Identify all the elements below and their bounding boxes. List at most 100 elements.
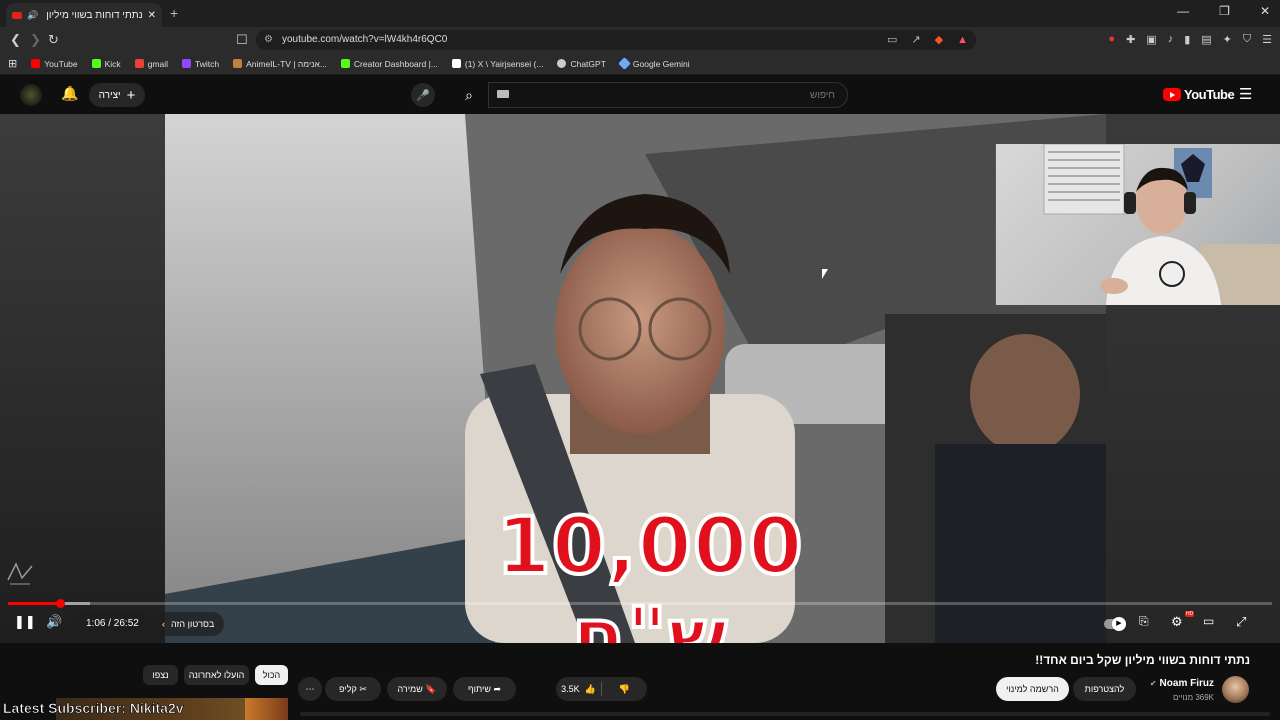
theater-mode-icon[interactable]: ▭ <box>1203 614 1214 628</box>
site-info-icon[interactable]: ⚙ <box>264 30 273 50</box>
new-tab-button[interactable]: + <box>170 5 178 21</box>
forward-icon[interactable]: ❯ <box>30 32 41 48</box>
twitch-icon <box>182 59 191 68</box>
reload-icon[interactable]: ↻ <box>48 32 59 48</box>
browser-tab[interactable]: 🔊 נתתי דוחות בשווי מיליון שקל ב ✕ <box>6 3 162 27</box>
channel-name-link[interactable]: ✔ Noam Firuz <box>1150 678 1214 689</box>
pause-icon[interactable]: ❚❚ <box>14 614 36 630</box>
progress-bar[interactable] <box>8 599 1272 608</box>
brave-rewards-icon[interactable]: ▲ <box>957 30 968 50</box>
share-button[interactable]: ➦ שיתוף <box>453 677 516 701</box>
bookmark-youtube[interactable]: YouTube <box>31 59 78 69</box>
bookmark-label: gmail <box>147 58 168 69</box>
extensions-icon[interactable]: ✚ <box>1126 33 1135 46</box>
voice-search-icon[interactable]: 🎤 <box>411 83 435 107</box>
share-page-icon[interactable]: ↗ <box>911 30 920 50</box>
volume-icon[interactable]: 🔊 <box>46 614 62 630</box>
create-button[interactable]: יצירה + <box>89 83 145 107</box>
bookmark-gemini[interactable]: Google Gemini <box>618 57 690 70</box>
youtube-logo[interactable]: YouTube <box>1163 87 1235 102</box>
save-button[interactable]: 🔖 שמירה <box>387 677 447 701</box>
leo-ai-icon[interactable]: ✦ <box>1223 33 1232 46</box>
player-controls: ❚❚ 🔊 1:06 / 26:52 בסרטון הזה › ▶ ⎘ ⚙ HD … <box>0 610 1280 640</box>
speaker-icon[interactable]: 🔊 <box>27 10 38 21</box>
address-bar-row: ❮ ❯ ↻ ☐ ⚙ youtube.com/watch?v=lW4kh4r6QC… <box>0 27 1280 53</box>
like-count: 3.5K <box>561 684 580 694</box>
dislike-button[interactable]: 👎 <box>602 677 647 701</box>
tab-title: נתתי דוחות בשווי מיליון שקל ב <box>43 9 143 21</box>
chapter-button[interactable]: בסרטון הזה › <box>152 612 225 636</box>
chip-recently-uploaded[interactable]: הועלו לאחרונה <box>184 665 249 685</box>
clip-button[interactable]: ✂ קליפ <box>325 677 381 701</box>
channel-avatar[interactable] <box>1222 676 1249 703</box>
subscriber-count: 369K מנויים <box>1172 693 1214 702</box>
vpn-icon[interactable]: ⛉ <box>1243 33 1251 46</box>
progress-scrubber[interactable] <box>55 599 65 608</box>
bookmark-twitch[interactable]: Twitch <box>182 59 219 69</box>
music-icon[interactable]: ♪ <box>1168 33 1174 46</box>
apps-grid-icon[interactable]: ⊞ <box>8 57 17 70</box>
cast-icon[interactable]: ▭ <box>887 30 897 50</box>
url-field[interactable]: ⚙ youtube.com/watch?v=lW4kh4r6QC0 ▭ ↗ ◆ … <box>256 30 976 50</box>
search-icon[interactable]: ⌕ <box>450 82 488 108</box>
browser-menu-icon[interactable]: ☰ <box>1262 33 1272 46</box>
brave-shield-icon[interactable]: ◆ <box>935 30 943 50</box>
close-tab-icon[interactable]: ✕ <box>148 10 156 21</box>
bookmark-label: Kick <box>104 58 121 69</box>
bookmark-animeil[interactable]: AnimeIL-TV | אנימה... <box>233 59 327 69</box>
plus-icon: + <box>126 86 136 104</box>
fullscreen-icon[interactable]: ⤢ <box>1236 614 1246 630</box>
chatgpt-icon <box>557 59 567 68</box>
chip-watched[interactable]: נצפו <box>143 665 178 685</box>
subscribe-button[interactable]: הרשמה למינוי <box>996 677 1069 701</box>
like-button[interactable]: 3.5K 👍 <box>556 677 601 701</box>
guide-menu-icon[interactable]: ☰ <box>1239 85 1252 103</box>
video-player[interactable]: 10,000 ש"ח ❚❚ 🔊 1:06 / 26:52 בסרטון הזה … <box>0 114 1280 643</box>
bookmark-kick[interactable]: Kick <box>91 58 121 69</box>
like-dislike-group: 👎 3.5K 👍 <box>556 677 647 701</box>
settings-gear-icon[interactable]: ⚙ <box>1171 614 1183 630</box>
keyboard-icon[interactable] <box>497 90 509 98</box>
minimize-icon[interactable]: — <box>1177 4 1189 18</box>
gemini-icon <box>618 57 631 70</box>
chip-all[interactable]: הכול <box>255 665 288 685</box>
screenshot-icon[interactable]: ▣ <box>1146 33 1156 46</box>
share-icon: ➦ <box>493 684 501 694</box>
more-actions-button[interactable]: ⋯ <box>298 677 322 701</box>
recommended-thumbnail[interactable] <box>245 698 288 720</box>
account-avatar[interactable] <box>20 84 42 106</box>
subtitles-icon[interactable]: ⎘ <box>1139 614 1149 629</box>
time-text: 1:06 / 26:52 <box>86 618 139 629</box>
close-window-icon[interactable]: ✕ <box>1260 4 1270 18</box>
restore-icon[interactable]: ❐ <box>1219 4 1230 18</box>
divider <box>601 682 602 696</box>
bookmark-page-icon[interactable]: ☐ <box>236 32 248 48</box>
record-icon[interactable]: ● <box>1108 33 1115 46</box>
join-button[interactable]: להצטרפות <box>1073 677 1136 701</box>
bookmark-chatgpt[interactable]: ChatGPT <box>557 59 606 69</box>
search-input[interactable] <box>488 82 848 108</box>
thumbs-down-icon: 👎 <box>618 684 631 694</box>
logo-text: YouTube <box>1184 87 1235 102</box>
extension-icons: ● ✚ ▣ ♪ ▮ ▤ ✦ ⛉ ☰ <box>1108 33 1272 46</box>
window-controls: — ❐ ✕ <box>1177 4 1270 18</box>
scissors-icon: ✂ <box>359 684 367 694</box>
thumbs-up-icon: 👍 <box>584 684 596 694</box>
youtube-header: 🔔 יצירה + 🎤 ⌕ YouTube ☰ <box>0 76 1280 202</box>
bookmark-label: AnimeIL-TV | אנימה... <box>246 58 327 69</box>
browser-tab-bar: 🔊 נתתי דוחות בשווי מיליון שקל ב ✕ + — ❐ … <box>0 0 1280 27</box>
wallet-icon[interactable]: ▤ <box>1201 33 1211 46</box>
bookmark-gmail[interactable]: gmail <box>134 58 168 69</box>
animeil-icon <box>233 59 243 68</box>
bookmark-label: Creator Dashboard |... <box>353 58 438 69</box>
autoplay-toggle[interactable]: ▶ <box>1104 617 1126 631</box>
bookmark-creator-dashboard[interactable]: Creator Dashboard |... <box>340 58 438 69</box>
watermark-icon <box>7 562 33 585</box>
sidebar-icon[interactable]: ▮ <box>1184 33 1190 46</box>
bookmark-x[interactable]: (1) X \ Yairjsensei (... <box>451 59 543 69</box>
notifications-bell-icon[interactable]: 🔔 <box>61 85 78 102</box>
time-display: 1:06 / 26:52 <box>76 612 149 636</box>
back-icon[interactable]: ❮ <box>10 32 21 48</box>
webcam-overlay <box>995 144 1280 305</box>
horizontal-scroll[interactable] <box>300 712 1270 716</box>
